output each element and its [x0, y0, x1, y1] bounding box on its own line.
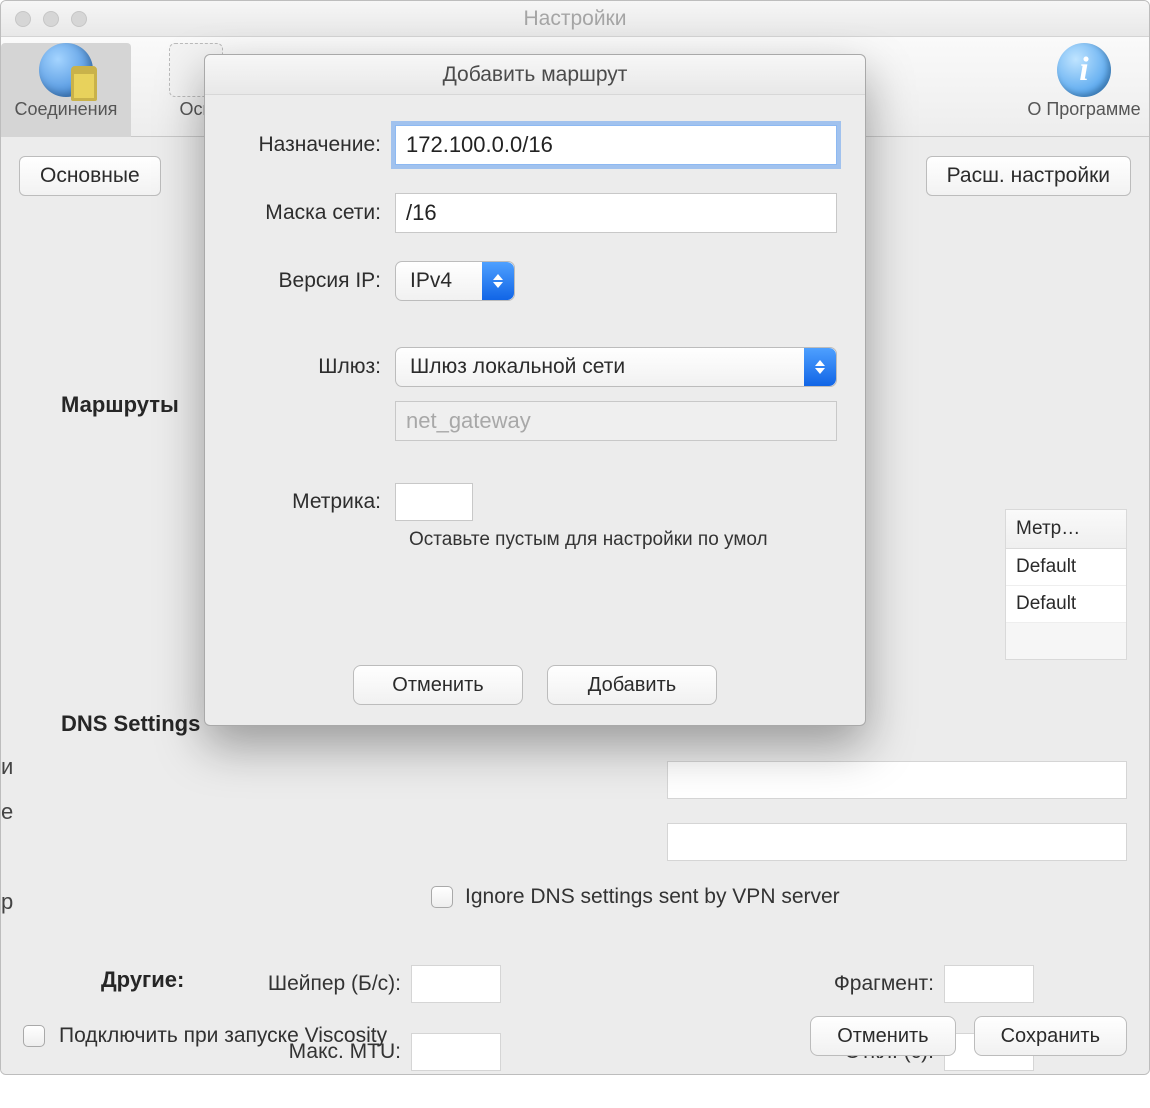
- destination-label: Назначение:: [225, 133, 395, 157]
- toolbar-about[interactable]: i О Программе: [1019, 43, 1149, 120]
- gateway-text-placeholder: net_gateway: [406, 408, 531, 434]
- netmask-label: Маска сети:: [225, 201, 395, 225]
- titlebar: Настройки: [1, 1, 1149, 37]
- ignore-dns-row: Ignore DNS settings sent by VPN server: [431, 885, 840, 909]
- metric-label: Метрика:: [225, 490, 395, 514]
- tab-main[interactable]: Основные: [19, 156, 161, 196]
- chevron-updown-icon: [804, 348, 836, 386]
- shaper-label: Шейпер (Б/с):: [221, 972, 401, 996]
- connect-on-launch-label: Подключить при запуске Viscosity: [59, 1024, 387, 1048]
- toolbar-about-label: О Программе: [1027, 99, 1140, 120]
- shaper-field[interactable]: [411, 965, 501, 1003]
- metric-hint: Оставьте пустым для настройки по умол: [409, 529, 837, 551]
- ipversion-value: IPv4: [410, 269, 452, 293]
- clipped-left-text: и е р: [1, 744, 13, 924]
- ipversion-label: Версия IP:: [225, 269, 395, 293]
- connect-on-launch-checkbox[interactable]: [23, 1025, 45, 1047]
- other-heading: Другие:: [101, 967, 184, 993]
- info-icon: i: [1057, 43, 1111, 97]
- gateway-value: Шлюз локальной сети: [410, 355, 625, 379]
- destination-input[interactable]: 172.100.0.0/16: [395, 125, 837, 165]
- netmask-input[interactable]: /16: [395, 193, 837, 233]
- dns-heading: DNS Settings: [61, 711, 200, 737]
- routes-metric-column: Метр… Default Default: [1005, 509, 1127, 660]
- sheet-title: Добавить маршрут: [205, 55, 865, 95]
- fragment-field[interactable]: [944, 965, 1034, 1003]
- ipversion-select[interactable]: IPv4: [395, 261, 515, 301]
- ignore-dns-label: Ignore DNS settings sent by VPN server: [465, 885, 840, 909]
- table-row[interactable]: Default: [1006, 549, 1126, 586]
- save-button[interactable]: Сохранить: [974, 1016, 1127, 1056]
- dns-domains-field[interactable]: [667, 823, 1127, 861]
- metric-column-header[interactable]: Метр…: [1006, 510, 1126, 549]
- ignore-dns-checkbox[interactable]: [431, 886, 453, 908]
- sheet-cancel-button[interactable]: Отменить: [353, 665, 523, 705]
- chevron-updown-icon: [482, 262, 514, 300]
- tab-advanced[interactable]: Расш. настройки: [926, 156, 1131, 196]
- window-title: Настройки: [1, 7, 1149, 31]
- globe-lock-icon: [39, 43, 93, 97]
- gateway-text-input: net_gateway: [395, 401, 837, 441]
- table-row[interactable]: Default: [1006, 586, 1126, 623]
- add-route-sheet: Добавить маршрут Назначение: 172.100.0.0…: [204, 54, 866, 726]
- toolbar-connections-label: Соединения: [15, 99, 118, 120]
- gateway-label: Шлюз:: [225, 355, 395, 379]
- dns-servers-field[interactable]: [667, 761, 1127, 799]
- gateway-select[interactable]: Шлюз локальной сети: [395, 347, 837, 387]
- sheet-add-button[interactable]: Добавить: [547, 665, 717, 705]
- table-row-empty: [1006, 623, 1126, 659]
- fragment-label: Фрагмент:: [834, 972, 934, 996]
- cancel-button[interactable]: Отменить: [810, 1016, 955, 1056]
- toolbar-connections[interactable]: Соединения: [1, 43, 131, 141]
- metric-input[interactable]: [395, 483, 473, 521]
- footer: Подключить при запуске Viscosity Отменит…: [1, 1016, 1149, 1056]
- routes-heading: Маршруты: [61, 392, 179, 418]
